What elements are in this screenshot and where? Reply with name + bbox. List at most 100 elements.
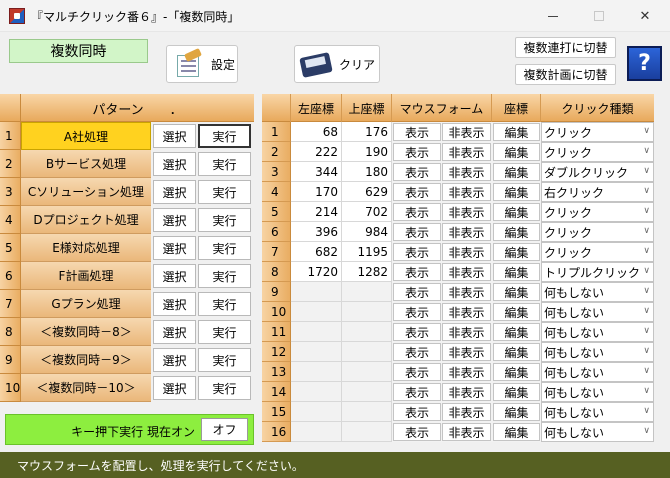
click-type-select[interactable]: クリック ∨ [541,122,654,142]
y-coordinate-cell[interactable] [342,302,392,322]
pattern-name[interactable]: ＜複数同時－9＞ [21,346,151,374]
click-type-select[interactable]: 何もしない ∨ [541,322,654,342]
show-form-button[interactable]: 表示 [393,263,441,281]
x-coordinate-cell[interactable] [291,302,342,322]
edit-coordinate-button[interactable]: 編集 [493,323,540,341]
click-type-select[interactable]: クリック ∨ [541,222,654,242]
x-coordinate-cell[interactable] [291,382,342,402]
show-form-button[interactable]: 表示 [393,123,441,141]
x-coordinate-cell[interactable] [291,402,342,422]
show-form-button[interactable]: 表示 [393,363,441,381]
switch-plan-button[interactable]: 複数計画に切替 [515,64,616,85]
y-coordinate-cell[interactable]: 1282 [342,262,392,282]
select-button[interactable]: 選択 [153,376,196,400]
edit-coordinate-button[interactable]: 編集 [493,123,540,141]
hide-form-button[interactable]: 非表示 [442,383,491,401]
click-type-select[interactable]: ダブルクリック ∨ [541,162,654,182]
run-button[interactable]: 実行 [198,152,251,176]
run-button[interactable]: 実行 [198,376,251,400]
hide-form-button[interactable]: 非表示 [442,423,491,441]
select-button[interactable]: 選択 [153,264,196,288]
y-coordinate-cell[interactable]: 629 [342,182,392,202]
run-button[interactable]: 実行 [198,236,251,260]
x-coordinate-cell[interactable]: 344 [291,162,342,182]
select-button[interactable]: 選択 [153,180,196,204]
hide-form-button[interactable]: 非表示 [442,283,491,301]
y-coordinate-cell[interactable]: 180 [342,162,392,182]
switch-serial-button[interactable]: 複数連打に切替 [515,37,616,58]
hide-form-button[interactable]: 非表示 [442,183,491,201]
show-form-button[interactable]: 表示 [393,383,441,401]
x-coordinate-cell[interactable] [291,322,342,342]
y-coordinate-cell[interactable] [342,322,392,342]
edit-coordinate-button[interactable]: 編集 [493,283,540,301]
select-button[interactable]: 選択 [153,348,196,372]
edit-coordinate-button[interactable]: 編集 [493,143,540,161]
pattern-name[interactable]: A社処理 [21,122,151,150]
close-button[interactable]: ✕ [622,0,668,32]
select-button[interactable]: 選択 [153,236,196,260]
run-button[interactable]: 実行 [198,348,251,372]
x-coordinate-cell[interactable]: 396 [291,222,342,242]
minimize-button[interactable] [530,0,576,32]
pattern-name[interactable]: ＜複数同時－8＞ [21,318,151,346]
show-form-button[interactable]: 表示 [393,403,441,421]
show-form-button[interactable]: 表示 [393,203,441,221]
click-type-select[interactable]: 何もしない ∨ [541,422,654,442]
y-coordinate-cell[interactable]: 702 [342,202,392,222]
pattern-name[interactable]: F計画処理 [21,262,151,290]
y-coordinate-cell[interactable] [342,402,392,422]
show-form-button[interactable]: 表示 [393,343,441,361]
edit-coordinate-button[interactable]: 編集 [493,383,540,401]
click-type-select[interactable]: クリック ∨ [541,202,654,222]
show-form-button[interactable]: 表示 [393,323,441,341]
y-coordinate-cell[interactable] [342,382,392,402]
run-button[interactable]: 実行 [198,292,251,316]
x-coordinate-cell[interactable] [291,422,342,442]
hide-form-button[interactable]: 非表示 [442,143,491,161]
hide-form-button[interactable]: 非表示 [442,163,491,181]
edit-coordinate-button[interactable]: 編集 [493,223,540,241]
select-button[interactable]: 選択 [153,208,196,232]
pattern-name[interactable]: E様対応処理 [21,234,151,262]
hide-form-button[interactable]: 非表示 [442,403,491,421]
x-coordinate-cell[interactable] [291,282,342,302]
click-type-select[interactable]: クリック ∨ [541,242,654,262]
click-type-select[interactable]: クリック ∨ [541,142,654,162]
pattern-name[interactable]: Cソリューション処理 [21,178,151,206]
y-coordinate-cell[interactable]: 190 [342,142,392,162]
x-coordinate-cell[interactable] [291,362,342,382]
show-form-button[interactable]: 表示 [393,223,441,241]
edit-coordinate-button[interactable]: 編集 [493,203,540,221]
click-type-select[interactable]: 何もしない ∨ [541,342,654,362]
edit-coordinate-button[interactable]: 編集 [493,263,540,281]
y-coordinate-cell[interactable]: 984 [342,222,392,242]
y-coordinate-cell[interactable]: 176 [342,122,392,142]
edit-coordinate-button[interactable]: 編集 [493,343,540,361]
x-coordinate-cell[interactable]: 68 [291,122,342,142]
show-form-button[interactable]: 表示 [393,303,441,321]
pattern-name[interactable]: Gプラン処理 [21,290,151,318]
run-button[interactable]: 実行 [198,208,251,232]
show-form-button[interactable]: 表示 [393,423,441,441]
edit-coordinate-button[interactable]: 編集 [493,183,540,201]
click-type-select[interactable]: トリプルクリック ∨ [541,262,654,282]
show-form-button[interactable]: 表示 [393,163,441,181]
edit-coordinate-button[interactable]: 編集 [493,243,540,261]
settings-button[interactable]: 設定 [166,45,238,83]
click-type-select[interactable]: 何もしない ∨ [541,382,654,402]
pattern-name[interactable]: ＜複数同時－10＞ [21,374,151,402]
select-button[interactable]: 選択 [153,292,196,316]
pattern-name[interactable]: Bサービス処理 [21,150,151,178]
edit-coordinate-button[interactable]: 編集 [493,363,540,381]
y-coordinate-cell[interactable]: 1195 [342,242,392,262]
edit-coordinate-button[interactable]: 編集 [493,423,540,441]
run-button[interactable]: 実行 [198,180,251,204]
edit-coordinate-button[interactable]: 編集 [493,403,540,421]
hide-form-button[interactable]: 非表示 [442,203,491,221]
hide-form-button[interactable]: 非表示 [442,323,491,341]
run-button[interactable]: 実行 [198,124,251,148]
click-type-select[interactable]: 何もしない ∨ [541,282,654,302]
y-coordinate-cell[interactable] [342,282,392,302]
y-coordinate-cell[interactable] [342,422,392,442]
